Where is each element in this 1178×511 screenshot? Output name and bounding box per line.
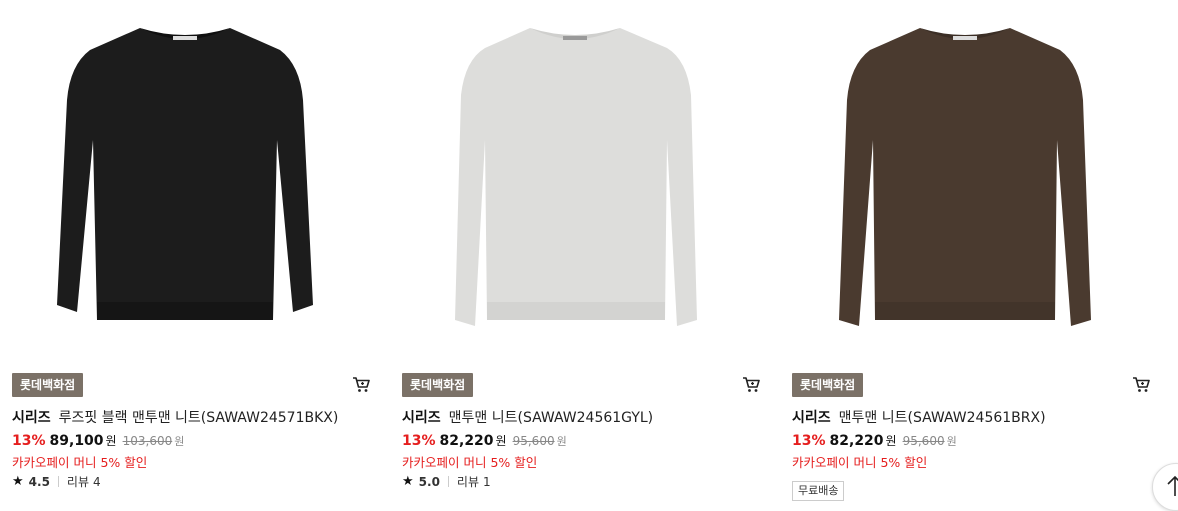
store-badge: 롯데백화점 [402,373,474,397]
divider [447,476,449,487]
original-price: 95,600 [902,434,945,448]
sweater-body-0 [57,28,313,320]
reviews-label: 리뷰 [456,475,480,489]
original-price-unit: 원 [946,435,957,448]
arrow-up-icon [1167,475,1178,496]
sweater-image [455,28,697,326]
reviews-count: 4 [93,474,101,489]
product-card[interactable]: 롯데백화점 시리즈 맨투맨 니트(SAWAW24561BRX) 13% 82,220… [780,0,1151,501]
product-grid: 롯데백화점 시리즈 루즈핏 블랙 맨투맨 니트(SAWAW24571BKX) 13… [0,0,1178,501]
original-price: 103,600 [122,434,173,448]
divider [57,476,59,487]
cart-icon[interactable] [351,374,371,394]
cart-icon[interactable] [1131,374,1151,394]
original-price-unit: 원 [556,435,567,448]
promo-text: 카카오페이 머니 5% 할인 [792,455,928,470]
price-line: 13% 82,220 원 95,600 원 [792,432,957,449]
product-brand: 시리즈 [792,410,831,426]
discount-rate: 13% [12,433,46,449]
product-name: 맨투맨 니트(SAWAW24561BRX) [838,410,1046,426]
rating-line: ★ 4.5 리뷰 4 [12,473,101,490]
star-icon: ★ [12,474,24,489]
original-price: 95,600 [512,434,555,448]
product-title[interactable]: 시리즈 맨투맨 니트(SAWAW24561BRX) [792,407,1046,427]
product-brand: 시리즈 [12,410,51,426]
price-unit: 원 [105,434,117,448]
rating-line: ★ 5.0 리뷰 1 [402,473,491,490]
product-card[interactable]: 롯데백화점 시리즈 맨투맨 니트(SAWAW24561GYL) 13% 82,220… [390,0,760,498]
product-name: 맨투맨 니트(SAWAW24561GYL) [448,410,654,426]
sale-price: 89,100 [49,433,104,449]
discount-rate: 13% [792,433,826,449]
product-title[interactable]: 시리즈 맨투맨 니트(SAWAW24561GYL) [402,407,653,427]
promo-text: 카카오페이 머니 5% 할인 [402,455,538,470]
product-image[interactable] [390,0,760,360]
product-image[interactable] [780,0,1150,360]
sale-price: 82,220 [439,433,494,449]
sweater-image [839,28,1091,326]
store-badge: 롯데백화점 [792,373,864,397]
sweater-image [57,28,313,320]
store-badge: 롯데백화점 [12,373,84,397]
product-card[interactable]: 롯데백화점 시리즈 루즈핏 블랙 맨투맨 니트(SAWAW24571BKX) 13… [0,0,370,498]
price-line: 13% 82,220 원 95,600 원 [402,432,567,449]
product-name: 루즈핏 블랙 맨투맨 니트(SAWAW24571BKX) [58,410,339,426]
price-unit: 원 [885,434,897,448]
cart-icon[interactable] [741,374,761,394]
sweater-body-2 [839,28,1091,326]
price-unit: 원 [495,434,507,448]
star-icon: ★ [402,474,414,489]
free-shipping-badge: 무료배송 [792,481,845,501]
original-price-unit: 원 [174,435,185,448]
promo-text: 카카오페이 머니 5% 할인 [12,455,148,470]
rating-score: 4.5 [28,474,50,489]
product-image[interactable] [0,0,370,360]
reviews-label: 리뷰 [66,475,90,489]
product-brand: 시리즈 [402,410,441,426]
sale-price: 82,220 [829,433,884,449]
reviews-count: 1 [483,474,491,489]
rating-score: 5.0 [418,474,440,489]
sweater-body-1 [455,28,697,326]
discount-rate: 13% [402,433,436,449]
product-title[interactable]: 시리즈 루즈핏 블랙 맨투맨 니트(SAWAW24571BKX) [12,407,338,427]
price-line: 13% 89,100 원 103,600 원 [12,432,184,449]
